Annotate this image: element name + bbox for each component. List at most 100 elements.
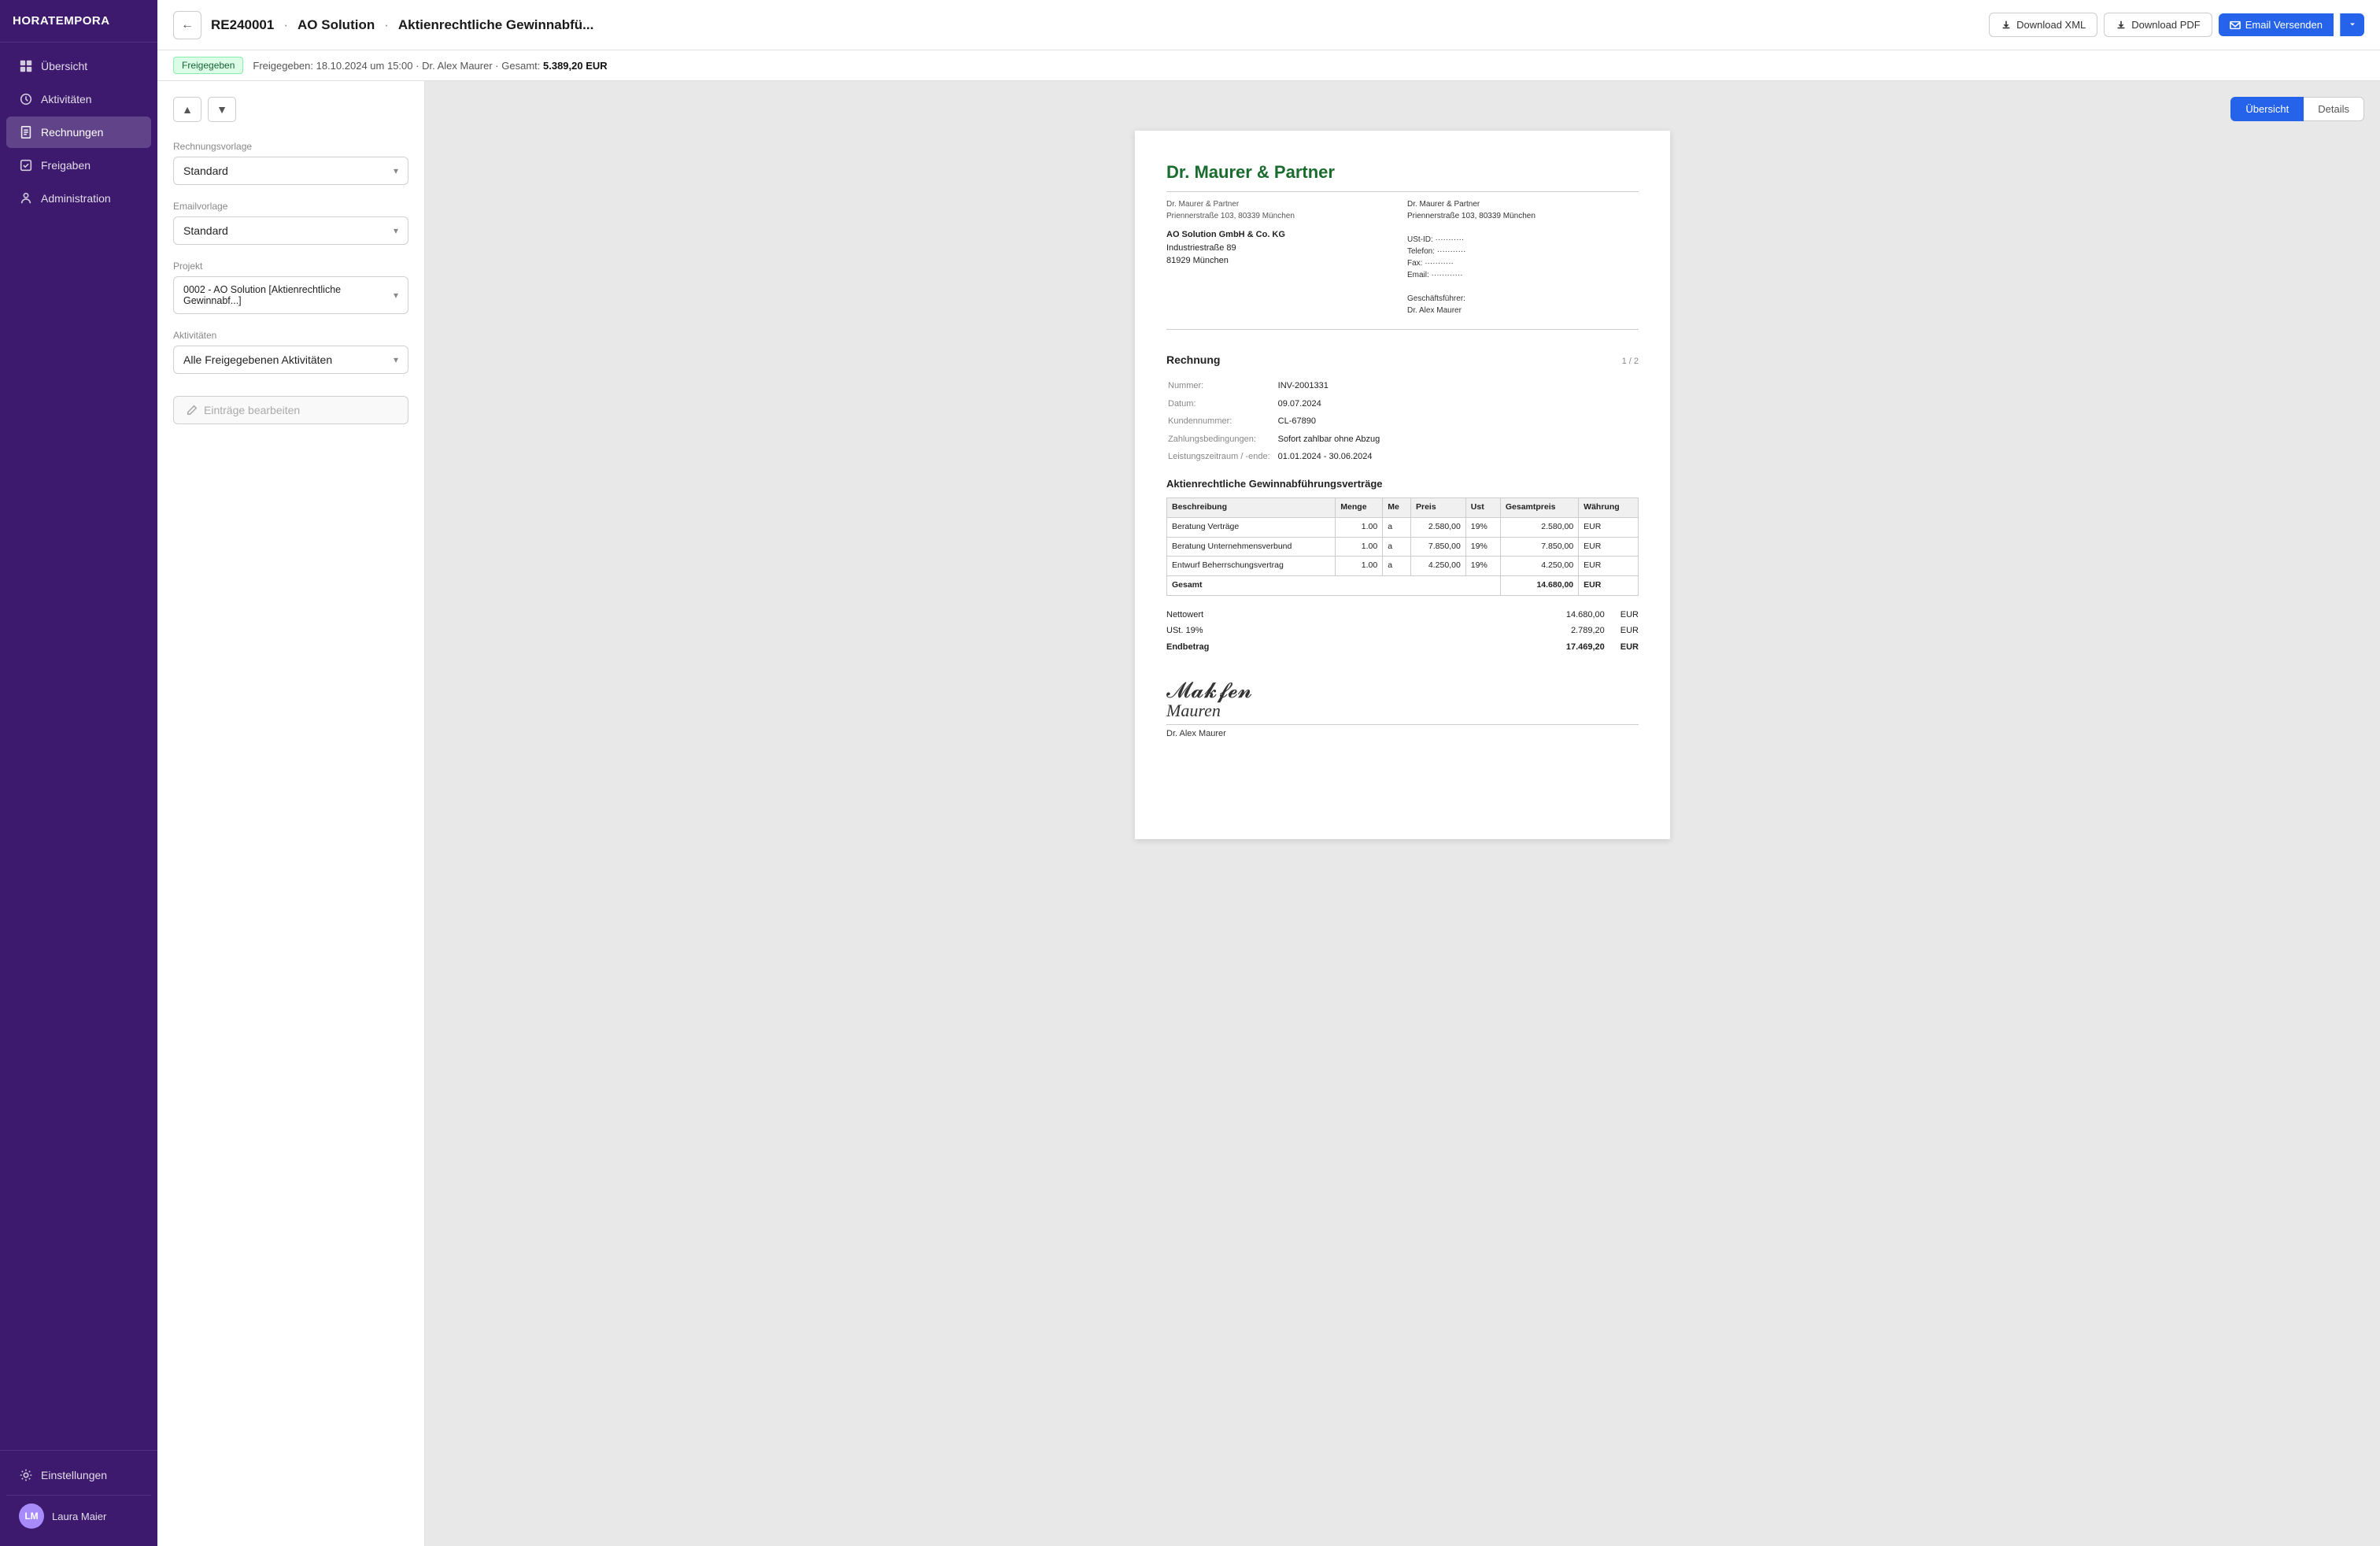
check-icon [19, 158, 33, 172]
endbetrag-currency: EUR [1621, 641, 1639, 654]
leistungszeitraum-label: Leistungszeitraum / -ende: [1168, 449, 1277, 465]
geschäftsführer-label: Geschäftsführer: [1407, 293, 1639, 305]
table-row: Beratung Unternehmensverbund 1.00 a 7.85… [1167, 537, 1639, 557]
tab-ubersicht[interactable]: Übersicht [2230, 97, 2304, 121]
total-row: Gesamt 14.680,00 EUR [1167, 576, 1639, 596]
datum-value: 09.07.2024 [1278, 396, 1387, 412]
sidebar: HORATEMPORA Übersicht Aktivitäten Rechnu… [0, 0, 157, 1546]
rechnungsvorlage-select[interactable]: Standard ▾ [173, 157, 408, 185]
table-row: Beratung Verträge 1.00 a 2.580,00 19% 2.… [1167, 517, 1639, 537]
sidebar-label-freigaben: Freigaben [41, 159, 91, 172]
app-logo: HORATEMPORA [0, 0, 157, 43]
nettowert-currency: EUR [1621, 608, 1639, 622]
leistungszeitraum-value: 01.01.2024 - 30.06.2024 [1278, 449, 1387, 465]
divider-2 [1166, 329, 1639, 330]
sidebar-item-einstellungen[interactable]: Einstellungen [6, 1460, 151, 1490]
download-pdf-button[interactable]: Download PDF [2104, 13, 2212, 37]
emailvorlage-select[interactable]: Standard ▾ [173, 216, 408, 245]
scroll-up-button[interactable]: ▲ [173, 97, 201, 122]
telefon: Telefon: ··········· [1407, 246, 1639, 257]
sidebar-label-administration: Administration [41, 192, 111, 205]
email-versenden-label: Email Versenden [2245, 19, 2323, 31]
nettowert-amount: 14.680,00 [1566, 608, 1605, 622]
email-caret-button[interactable] [2340, 13, 2364, 36]
scroll-down-button[interactable]: ▼ [208, 97, 236, 122]
row2-me: a [1383, 537, 1411, 557]
kundennummer-label: Kundennummer: [1168, 413, 1277, 430]
row3-ust: 19% [1465, 557, 1500, 576]
clock-icon [19, 92, 33, 106]
endbetrag-row: Endbetrag 17.469,20 EUR [1166, 639, 1639, 656]
invoice-number: RE240001 [211, 17, 274, 33]
ust-label: USt. 19% [1166, 624, 1203, 638]
download-xml-button[interactable]: Download XML [1989, 13, 2097, 37]
tab-details[interactable]: Details [2304, 97, 2364, 121]
address-right: Dr. Maurer & Partner Priennerstraße 103,… [1407, 198, 1639, 316]
sidebar-label-aktivitaten: Aktivitäten [41, 93, 92, 105]
invoice-title: Aktienrechtliche Gewinnabfü... [398, 17, 593, 33]
table-row: Entwurf Beherrschungsvertrag 1.00 a 4.25… [1167, 557, 1639, 576]
recipient-name: AO Solution GmbH & Co. KG [1166, 230, 1285, 239]
projekt-value: 0002 - AO Solution [Aktienrechtliche Gew… [183, 284, 394, 306]
aktivitaten-label: Aktivitäten [173, 330, 408, 341]
emailvorlage-arrow-icon: ▾ [394, 225, 398, 236]
emailvorlage-value: Standard [183, 224, 228, 237]
emailvorlage-group: Emailvorlage Standard ▾ [173, 201, 408, 245]
projekt-label: Projekt [173, 261, 408, 272]
row1-menge: 1.00 [1336, 517, 1383, 537]
row3-gesamtpreis: 4.250,00 [1500, 557, 1578, 576]
nettowert-row: Nettowert 14.680,00 EUR [1166, 607, 1639, 623]
statusbar: Freigegeben Freigegeben: 18.10.2024 um 1… [157, 50, 2380, 81]
col-beschreibung: Beschreibung [1167, 498, 1336, 518]
status-badge: Freigegeben [173, 57, 243, 74]
row1-wahrung: EUR [1579, 517, 1639, 537]
edit-entries-label: Einträge bearbeiten [204, 404, 300, 416]
page-number: 1 / 2 [1622, 355, 1639, 368]
topbar-actions: Download XML Download PDF Email Versende… [1989, 13, 2364, 37]
sidebar-label-rechnungen: Rechnungen [41, 126, 103, 139]
row3-beschreibung: Entwurf Beherrschungsvertrag [1167, 557, 1336, 576]
email-icon [2230, 20, 2241, 31]
rechnungsvorlage-arrow-icon: ▾ [394, 165, 398, 176]
sidebar-item-rechnungen[interactable]: Rechnungen [6, 117, 151, 148]
download-pdf-label: Download PDF [2131, 19, 2200, 31]
recipient-city: 81929 München [1166, 256, 1229, 265]
signature-cursive: Mauren [1166, 702, 1639, 719]
sidebar-bottom: Einstellungen LM Laura Maier [0, 1450, 157, 1546]
fax: Fax: ··········· [1407, 257, 1639, 269]
status-text: Freigegeben: 18.10.2024 um 15:00 · Dr. A… [253, 60, 607, 72]
sidebar-item-administration[interactable]: Administration [6, 183, 151, 214]
back-button[interactable]: ← [173, 11, 201, 39]
projekt-group: Projekt 0002 - AO Solution [Aktienrechtl… [173, 261, 408, 314]
topbar: ← RE240001 · AO Solution · Aktienrechtli… [157, 0, 2380, 50]
sidebar-user: LM Laura Maier [6, 1495, 151, 1537]
row2-wahrung: EUR [1579, 537, 1639, 557]
right-panel: Übersicht Details Dr. Maurer & Partner D… [425, 81, 2380, 1546]
sidebar-item-ubersicht[interactable]: Übersicht [6, 50, 151, 82]
main-area: ← RE240001 · AO Solution · Aktienrechtli… [157, 0, 2380, 1546]
col-gesamtpreis: Gesamtpreis [1500, 498, 1578, 518]
projekt-arrow-icon: ▾ [394, 290, 398, 301]
email-versenden-button[interactable]: Email Versenden [2219, 13, 2334, 36]
rechnungsvorlage-group: Rechnungsvorlage Standard ▾ [173, 141, 408, 185]
row1-me: a [1383, 517, 1411, 537]
rechnungsvorlage-value: Standard [183, 165, 228, 177]
sidebar-item-aktivitaten[interactable]: Aktivitäten [6, 83, 151, 115]
invoice-tabs: Übersicht Details [2230, 97, 2364, 121]
back-arrow-icon: ← [181, 18, 194, 32]
admin-icon [19, 191, 33, 205]
projekt-select[interactable]: 0002 - AO Solution [Aktienrechtliche Gew… [173, 276, 408, 314]
separator-dot-2: · [384, 17, 389, 33]
ust-amount: 2.789,20 [1571, 624, 1605, 638]
signature-area: 𝓜𝓪𝓴𝓯𝓮𝓷 Mauren Dr. Alex Maurer [1166, 680, 1639, 741]
col-ust: Ust [1465, 498, 1500, 518]
nettowert-label: Nettowert [1166, 608, 1203, 622]
aktivitaten-value: Alle Freigegebenen Aktivitäten [183, 353, 332, 366]
divider-1 [1166, 191, 1639, 192]
row1-beschreibung: Beratung Verträge [1167, 517, 1336, 537]
invoice-paper: Dr. Maurer & Partner Dr. Maurer & Partne… [1135, 131, 1670, 839]
grid-icon [19, 59, 33, 73]
sidebar-item-freigaben[interactable]: Freigaben [6, 150, 151, 181]
aktivitaten-select[interactable]: Alle Freigegebenen Aktivitäten ▾ [173, 346, 408, 374]
total-label: Gesamt [1167, 576, 1501, 596]
